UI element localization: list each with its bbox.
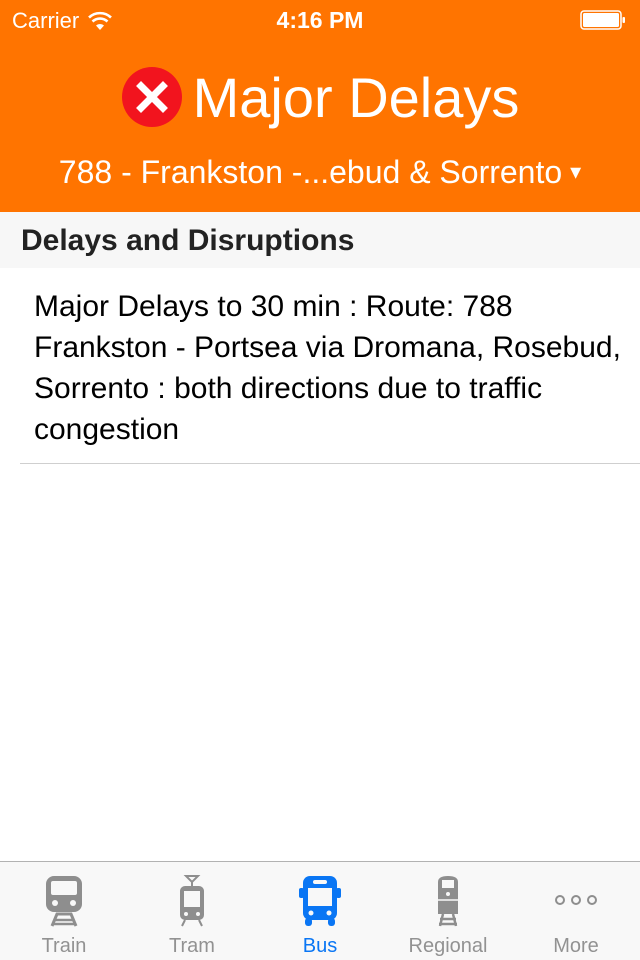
tram-icon	[180, 875, 204, 927]
status-bar: Carrier 4:16 PM	[0, 0, 640, 40]
tab-more[interactable]: More	[512, 862, 640, 960]
regional-train-icon	[438, 876, 458, 927]
tab-regional[interactable]: Regional	[384, 862, 512, 960]
error-circle-x-icon	[121, 67, 182, 127]
row-separator	[20, 463, 640, 464]
tab-bar: Train Tram Bus Regional More	[0, 861, 640, 960]
section-title: Delays and Disruptions	[21, 224, 355, 257]
page-title: Major Delays	[192, 65, 520, 129]
tab-bus[interactable]: Bus	[256, 862, 384, 960]
tab-label: More	[553, 935, 599, 957]
chevron-down-icon: ▾	[570, 159, 582, 184]
tab-train[interactable]: Train	[0, 862, 128, 960]
route-selector-label: 788 - Frankston -...ebud & Sorrento	[58, 153, 563, 190]
train-icon	[46, 876, 82, 927]
header: Carrier 4:16 PM Major Delays 788 - Frank…	[0, 0, 640, 212]
section-header: Delays and Disruptions	[0, 212, 640, 268]
tab-label: Tram	[169, 935, 215, 957]
tab-tram[interactable]: Tram	[128, 862, 256, 960]
route-selector[interactable]: 788 - Frankston -...ebud & Sorrento ▾	[0, 148, 640, 196]
status-title-row: Major Delays	[0, 62, 640, 132]
more-icon	[555, 895, 597, 905]
tab-label: Bus	[302, 935, 338, 957]
tab-label: Train	[41, 935, 87, 957]
disruption-text: Major Delays to 30 min : Route: 788 Fran…	[34, 290, 621, 446]
battery-icon	[580, 10, 625, 30]
tab-label: Regional	[408, 935, 488, 957]
status-time: 4:16 PM	[276, 7, 364, 33]
disruption-list-item[interactable]: Major Delays to 30 min : Route: 788 Fran…	[0, 268, 640, 464]
bus-icon	[299, 876, 341, 926]
